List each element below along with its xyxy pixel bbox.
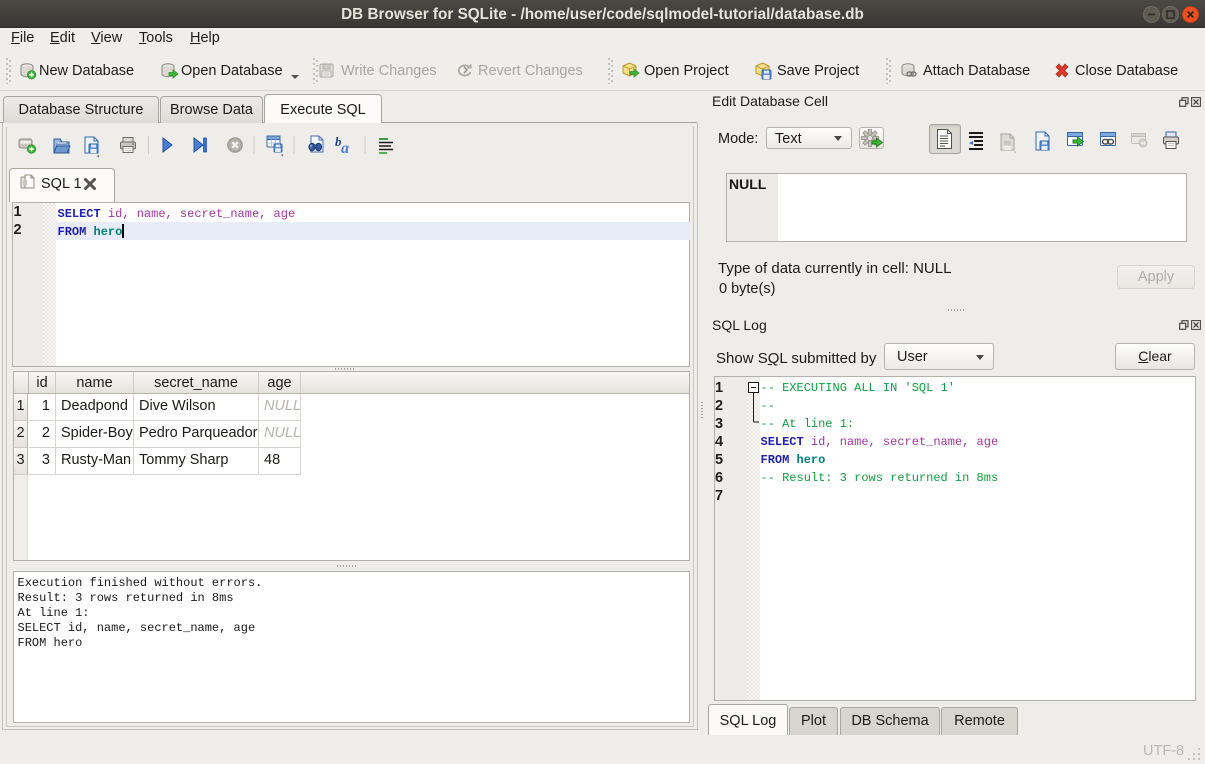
svg-text:a: a [341, 140, 349, 157]
